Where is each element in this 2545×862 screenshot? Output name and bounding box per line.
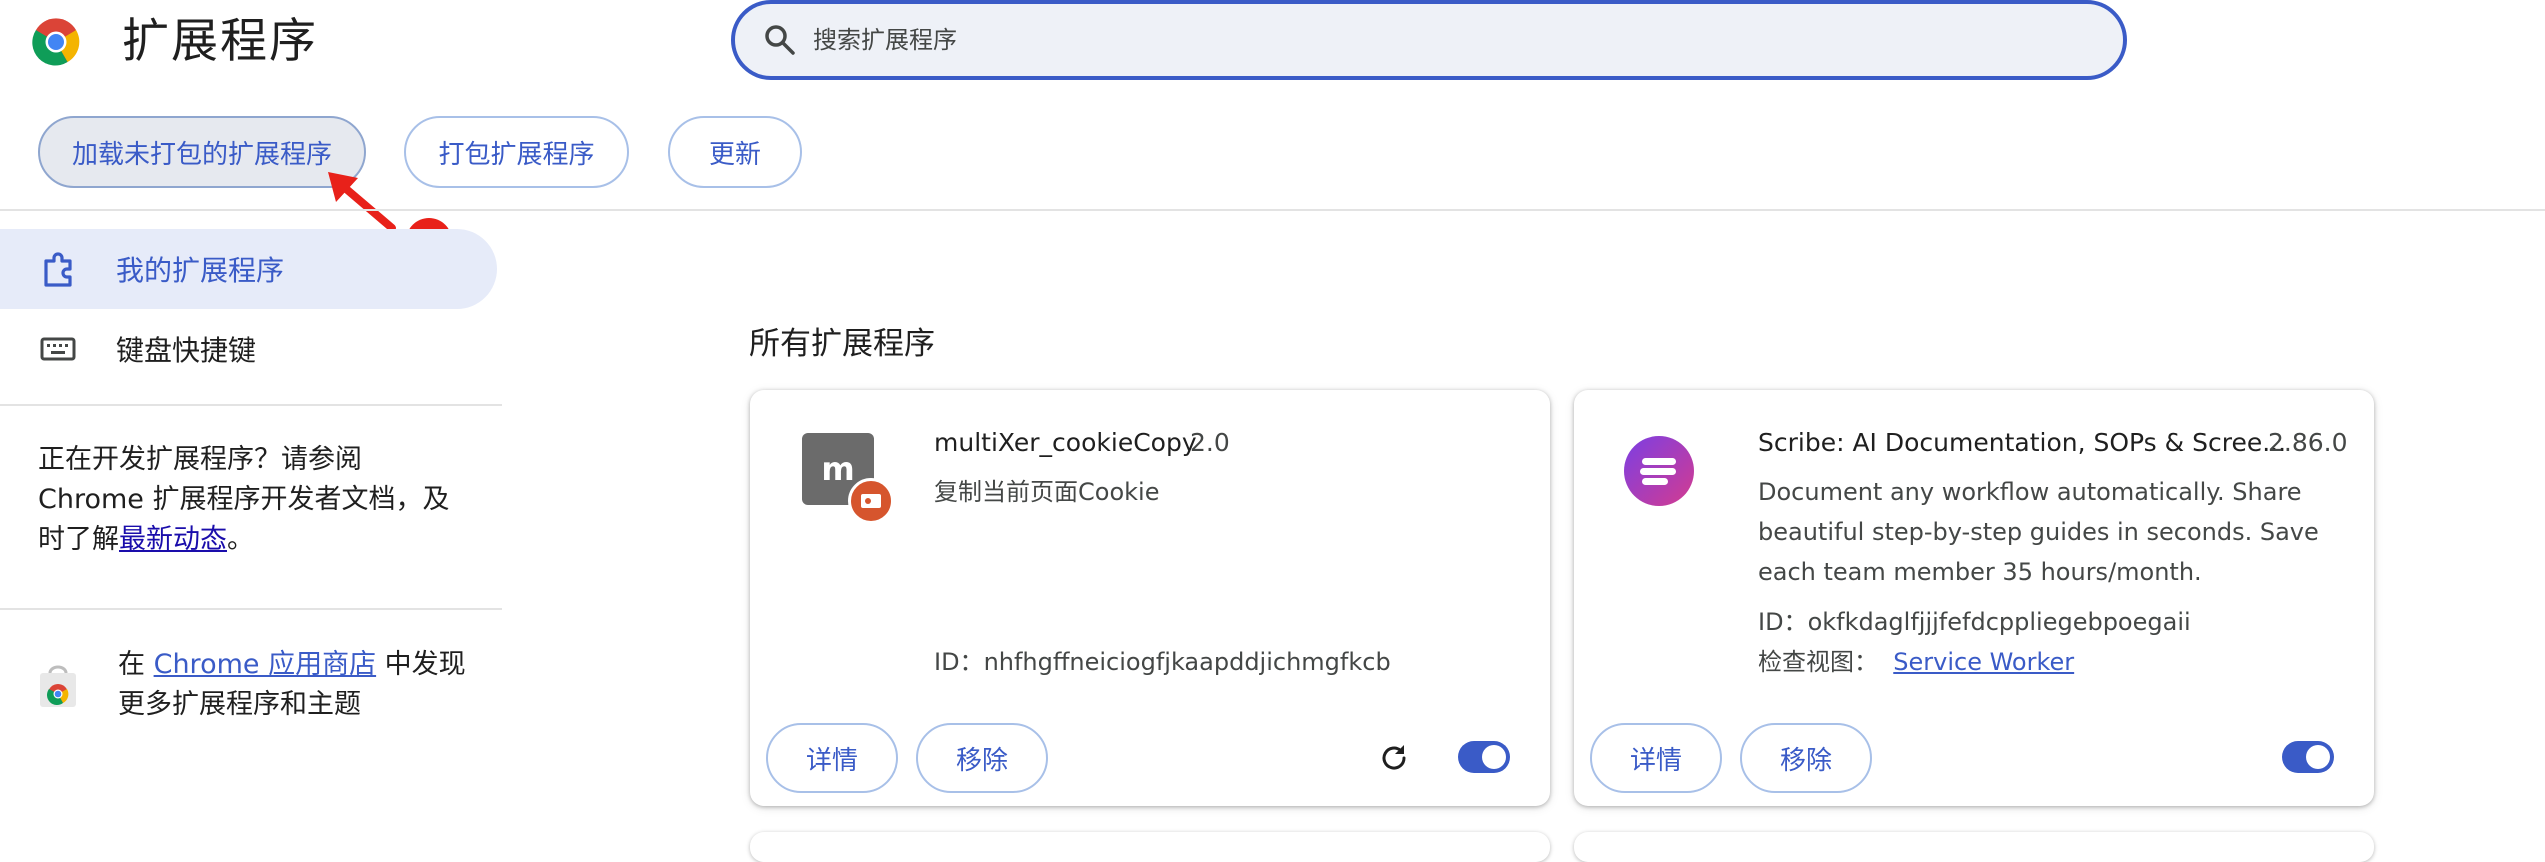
chrome-logo-icon bbox=[32, 18, 80, 66]
sidebar-item-keyboard-shortcuts[interactable]: 键盘快捷键 bbox=[0, 309, 497, 389]
extension-card-partial bbox=[750, 832, 1550, 862]
sidebar-divider bbox=[0, 608, 502, 610]
extension-card-partial bbox=[1574, 832, 2374, 862]
enable-toggle[interactable] bbox=[2282, 741, 2334, 773]
load-unpacked-button[interactable]: 加载未打包的扩展程序 bbox=[38, 116, 366, 188]
chrome-web-store-link[interactable]: Chrome 应用商店 bbox=[154, 649, 377, 680]
extension-name: Scribe: AI Documentation, SOPs & Scree..… bbox=[1758, 428, 2287, 457]
sidebar-item-label: 我的扩展程序 bbox=[116, 254, 285, 287]
search-icon bbox=[765, 25, 795, 55]
search-input[interactable] bbox=[811, 25, 2015, 55]
annotation-arrow-icon bbox=[328, 172, 396, 232]
pack-extension-button[interactable]: 打包扩展程序 bbox=[404, 116, 629, 188]
extension-card-scribe: Scribe: AI Documentation, SOPs & Scree..… bbox=[1574, 390, 2374, 806]
sidebar-divider bbox=[0, 404, 502, 406]
extension-version: 2.86.0 bbox=[2268, 428, 2348, 457]
remove-button[interactable]: 移除 bbox=[1740, 723, 1872, 793]
details-button[interactable]: 详情 bbox=[1590, 723, 1722, 793]
update-button[interactable]: 更新 bbox=[668, 116, 802, 188]
extension-name: multiXer_cookieCopy bbox=[934, 428, 1197, 457]
page-title: 扩展程序 bbox=[122, 14, 318, 69]
remove-button[interactable]: 移除 bbox=[916, 723, 1048, 793]
latest-news-link[interactable]: 最新动态 bbox=[119, 524, 227, 555]
search-box[interactable] bbox=[731, 0, 2127, 80]
puzzle-icon bbox=[44, 252, 72, 287]
header-divider bbox=[0, 209, 2545, 211]
reload-icon[interactable] bbox=[1378, 742, 1410, 774]
extension-id: ID：okfkdaglfjjjfefdcppliegebpoegaii bbox=[1758, 608, 2191, 636]
service-worker-link[interactable]: Service Worker bbox=[1893, 648, 2074, 676]
section-title: 所有扩展程序 bbox=[749, 326, 935, 362]
inspect-views: 检查视图： Service Worker bbox=[1758, 648, 2075, 676]
extension-version: 2.0 bbox=[1190, 428, 1230, 457]
web-store-promo: 在 Chrome 应用商店 中发现更多扩展程序和主题 bbox=[38, 645, 468, 725]
sidebar-item-label: 键盘快捷键 bbox=[116, 334, 257, 367]
details-button[interactable]: 详情 bbox=[766, 723, 898, 793]
extension-description: Document any workflow automatically. Sha… bbox=[1758, 478, 2319, 586]
unpacked-badge-icon bbox=[848, 478, 894, 524]
developer-info-text: 正在开发扩展程序？请参阅 Chrome 扩展程序开发者文档，及时了解最新动态。 bbox=[38, 444, 450, 555]
sidebar-item-my-extensions[interactable]: 我的扩展程序 bbox=[0, 229, 497, 309]
extension-description: 复制当前页面Cookie bbox=[934, 478, 1160, 506]
chrome-web-store-icon bbox=[40, 665, 76, 707]
keyboard-icon bbox=[40, 337, 76, 361]
extension-id: ID：nhfhgffneiciogfjkaapddjichmgfkcb bbox=[934, 648, 1391, 676]
enable-toggle[interactable] bbox=[1458, 741, 1510, 773]
scribe-logo-icon bbox=[1624, 436, 1694, 506]
extension-card-cookiecopy: m multiXer_cookieCopy 2.0 复制当前页面Cookie I… bbox=[750, 390, 1550, 806]
